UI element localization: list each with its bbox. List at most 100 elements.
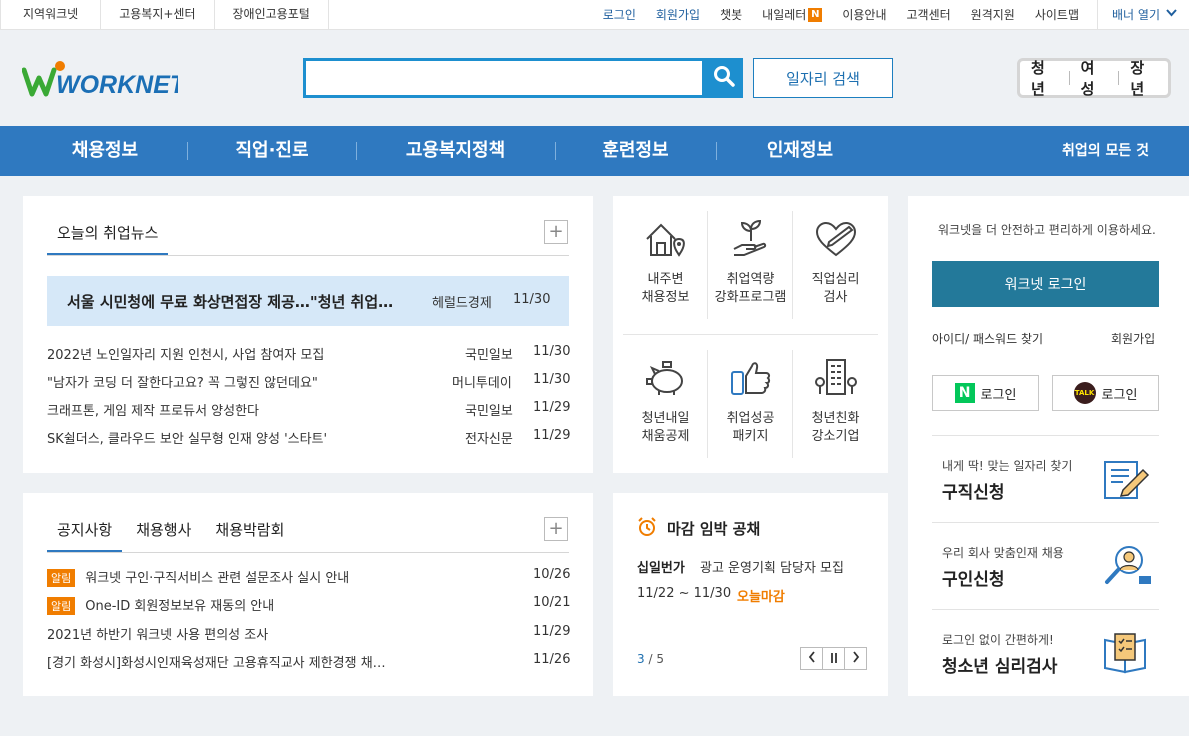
kakao-login-button[interactable]: TALK 로그인: [1052, 375, 1159, 411]
deadline-today-badge: 오늘마감: [737, 590, 785, 605]
headline-date: 11/30: [513, 292, 551, 307]
notice-item[interactable]: 2021년 하반기 워크넷 사용 편의성 조사 11/29: [47, 624, 571, 644]
customer-center-link[interactable]: 고객센터: [907, 6, 951, 23]
service-label-2: 채용정보: [641, 290, 690, 305]
recruitment-application-link[interactable]: 구인신청: [942, 565, 1005, 590]
deadline-pagination: 3 / 5: [637, 652, 664, 666]
chatbot-link[interactable]: 챗봇: [720, 6, 742, 23]
service-label-1: 내주변: [647, 272, 684, 287]
tab-job-fairs[interactable]: 채용박람회: [215, 519, 284, 552]
notice-tag: 알림: [47, 597, 76, 615]
divider: [932, 435, 1159, 436]
notice-item[interactable]: 알림 One-ID 회원정보보유 재동의 안내 10/21: [47, 595, 570, 615]
alarm-clock-icon: [637, 517, 657, 537]
job-search-button[interactable]: 일자리 검색: [753, 58, 893, 98]
nav-job-info[interactable]: 채용정보: [40, 126, 170, 176]
heart-pencil-icon: [813, 217, 859, 263]
service-label-1: 취업역량: [726, 272, 775, 287]
sitemap-link[interactable]: 사이트맵: [1035, 6, 1079, 23]
letter-link[interactable]: 내일레터 N: [762, 6, 823, 23]
service-label-2: 검사: [823, 290, 848, 305]
deadline-title: 마감 임박 공채: [667, 520, 761, 538]
tab-notices[interactable]: 공지사항: [47, 519, 123, 552]
news-title: "남자가 코딩 더 잘한다고요? 꼭 그렇진 않던데요": [47, 376, 318, 391]
naver-logo-icon: N: [954, 383, 975, 403]
resume-pencil-icon: [1101, 458, 1153, 504]
news-date: 11/30: [533, 344, 571, 359]
search-button[interactable]: [704, 58, 743, 98]
news-title: 크래프톤, 게임 제작 프로듀서 양성한다: [47, 404, 260, 419]
banner-toggle-button[interactable]: 배너 열기: [1097, 0, 1189, 29]
notice-date: 11/26: [533, 652, 571, 667]
magnifier-person-icon: [1101, 542, 1153, 588]
service-nearby-jobs[interactable]: 내주변 채용정보: [623, 217, 708, 307]
prev-button[interactable]: [800, 647, 823, 670]
youth-psych-test-link[interactable]: 청소년 심리검사: [942, 652, 1057, 677]
divider: [932, 609, 1159, 610]
login-guide-text: 워크넷을 더 안전하고 편리하게 이용하세요.: [938, 223, 1156, 237]
worknet-login-button[interactable]: 워크넷 로그인: [932, 261, 1159, 307]
naver-login-button[interactable]: N 로그인: [932, 375, 1039, 411]
plus-icon: +: [548, 221, 564, 242]
news-item[interactable]: "남자가 코딩 더 잘한다고요? 꼭 그렇진 않던데요" 머니투데이 11/30: [47, 372, 570, 392]
notice-more-button[interactable]: +: [544, 517, 568, 541]
main-navigation: 채용정보 직업·진로 고용복지정책 훈련정보 인재정보 취업의 모든 것: [0, 126, 1189, 176]
link-employment-welfare-center[interactable]: 고용복지+센터: [101, 0, 215, 29]
tab-hiring-events[interactable]: 채용행사: [136, 519, 191, 552]
news-item[interactable]: SK쉴더스, 클라우드 보안 실무형 인재 양성 '스타트' 전자신문 11/2…: [47, 428, 570, 448]
find-id-password-link[interactable]: 아이디/ 패스워드 찾기: [932, 330, 1043, 347]
notice-tabs: 공지사항 채용행사 채용박람회: [47, 519, 308, 552]
news-source: 머니투데이: [452, 376, 512, 391]
signup-link[interactable]: 회원가입: [656, 6, 700, 23]
link-regional-worknet[interactable]: 지역워크넷: [0, 0, 102, 29]
deadline-job-title[interactable]: 광고 운영기획 담당자 모집: [700, 557, 844, 576]
nav-welfare-policy[interactable]: 고용복지정책: [368, 126, 543, 176]
news-item[interactable]: 크래프톤, 게임 제작 프로듀서 양성한다 국민일보 11/29: [47, 400, 570, 420]
chevron-down-icon: [1166, 9, 1177, 20]
news-more-button[interactable]: +: [544, 220, 568, 244]
signup-link-panel[interactable]: 회원가입: [1111, 330, 1155, 347]
news-item[interactable]: 2022년 노인일자리 지원 인천시, 사업 참여자 모집 국민일보 11/30: [47, 344, 571, 364]
pause-button[interactable]: [822, 647, 845, 670]
service-employability-program[interactable]: 취업역량 강화프로그램: [708, 217, 793, 307]
search-icon: [713, 65, 735, 91]
headline-news[interactable]: 서울 시민청에 무료 화상면접장 제공…"청년 취업… 헤럴드경제 11/30: [47, 276, 569, 326]
guide-link[interactable]: 이용안내: [842, 6, 886, 23]
service-psych-test[interactable]: 직업심리 검사: [793, 217, 878, 307]
next-button[interactable]: [844, 647, 867, 670]
notice-item[interactable]: [경기 화성시]화성시인재육성재단 고용휴직교사 제한경쟁 채… 11/26: [47, 652, 571, 672]
worknet-logo[interactable]: WORKNET: [21, 60, 188, 99]
divider: [623, 334, 878, 335]
remote-support-link[interactable]: 원격지원: [971, 6, 1015, 23]
notice-tag: 알림: [47, 569, 76, 587]
notice-date: 10/26: [533, 567, 571, 582]
building-icon: [813, 356, 859, 402]
login-link[interactable]: 로그인: [603, 6, 636, 23]
search-input[interactable]: [303, 58, 705, 98]
target-women[interactable]: 여성: [1070, 57, 1119, 99]
notice-item[interactable]: 알림 워크넷 구인·구직서비스 관련 설문조사 실시 안내 10/26: [47, 567, 571, 587]
nav-talent[interactable]: 인재정보: [730, 126, 870, 176]
deadline-company[interactable]: 십일번가: [637, 557, 685, 576]
divider: [716, 142, 717, 160]
tab-today-news[interactable]: 오늘의 취업뉴스: [47, 222, 169, 255]
news-tabs: 오늘의 취업뉴스: [47, 222, 192, 255]
target-seniors[interactable]: 장년: [1119, 57, 1168, 99]
news-source: 국민일보: [465, 348, 513, 363]
nav-training[interactable]: 훈련정보: [568, 126, 703, 176]
service-label-2: 채움공제: [641, 429, 690, 444]
link-disabled-employment-portal[interactable]: 장애인고용포털: [215, 0, 329, 29]
svg-text:WORKNET: WORKNET: [56, 71, 178, 98]
news-title: SK쉴더스, 클라우드 보안 실무형 인재 양성 '스타트': [47, 432, 328, 447]
target-youth[interactable]: 청년: [1020, 57, 1069, 99]
service-youth-savings[interactable]: 청년내일 채움공제: [623, 356, 708, 446]
notice-date: 11/29: [533, 624, 571, 639]
job-application-link[interactable]: 구직신청: [942, 478, 1005, 503]
nav-all-menu[interactable]: 취업의 모든 것: [1062, 126, 1149, 176]
letter-link-label: 내일레터: [762, 8, 807, 22]
notice-title: One-ID 회원정보보유 재동의 안내: [85, 599, 275, 614]
nav-career[interactable]: 직업·진로: [200, 126, 344, 176]
service-youth-friendly-companies[interactable]: 청년친화 강소기업: [793, 356, 878, 446]
kakao-login-label: 로그인: [1101, 387, 1138, 403]
service-success-package[interactable]: 취업성공 패키지: [708, 356, 793, 446]
